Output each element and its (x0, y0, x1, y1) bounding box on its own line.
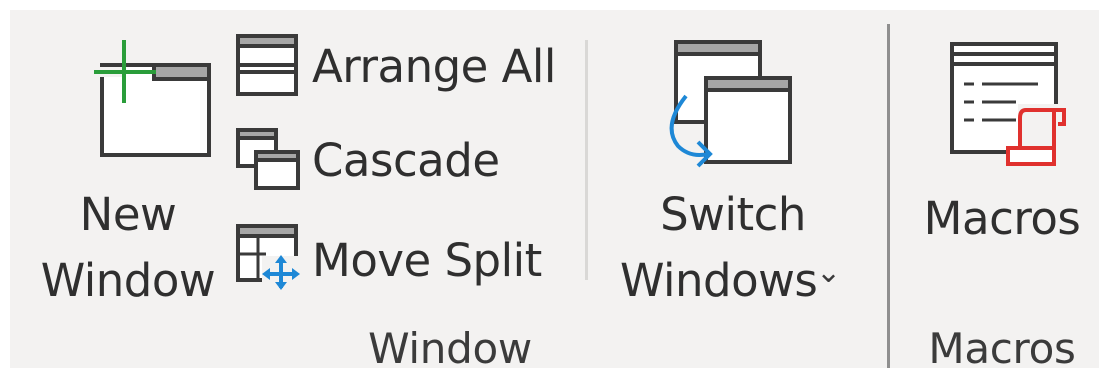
switch-windows-button[interactable]: Switch Windows ⌄ (608, 30, 858, 305)
new-window-label-line1: New (79, 188, 177, 241)
macros-button-label: Macros (923, 192, 1081, 245)
cascade-label: Cascade (312, 134, 500, 187)
switch-windows-label-line1: Switch (660, 188, 806, 241)
new-window-icon (66, 40, 216, 160)
window-group-label: Window (368, 324, 532, 373)
new-window-label-line2: Window (40, 254, 216, 307)
move-split-label: Move Split (312, 234, 542, 287)
chevron-down-icon: ⌄ (816, 255, 842, 290)
macros-group-label: Macros (928, 324, 1076, 373)
arrange-all-icon (236, 34, 300, 98)
macros-icon (946, 40, 1076, 170)
new-window-button[interactable]: New Window (36, 30, 220, 305)
ribbon-view-tab: New Window Arrange All Cascade Move Spli… (10, 10, 1099, 373)
move-split-button[interactable]: Move Split (232, 218, 562, 298)
move-split-icon (236, 224, 302, 290)
cascade-icon (236, 128, 300, 192)
group-separator (887, 24, 890, 368)
arrange-all-label: Arrange All (312, 40, 556, 93)
switch-windows-label-line2: Windows (620, 254, 818, 307)
arrange-all-button[interactable]: Arrange All (232, 34, 562, 106)
cascade-button[interactable]: Cascade (232, 122, 562, 202)
window-group-inner-separator (585, 40, 588, 280)
switch-windows-icon (656, 36, 796, 176)
macros-button[interactable]: Macros (912, 30, 1092, 270)
